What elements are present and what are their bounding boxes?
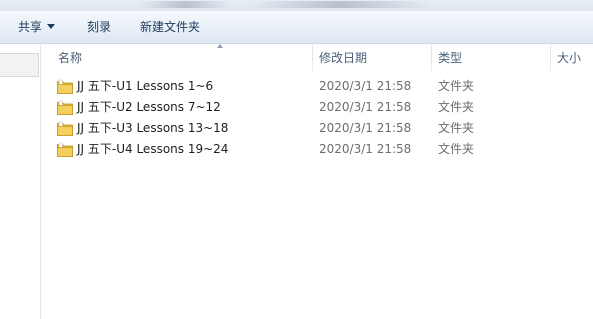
column-header-size[interactable]: 大小	[557, 44, 581, 71]
column-header-type[interactable]: 类型	[438, 44, 462, 71]
address-bar-strip	[0, 0, 593, 11]
burn-label: 刻录	[87, 20, 112, 34]
column-header-name[interactable]: 名称	[58, 44, 82, 71]
file-type: 文件夹	[438, 142, 475, 156]
folder-icon	[57, 79, 73, 94]
column-divider[interactable]	[431, 44, 432, 71]
folder-icon	[57, 121, 73, 136]
nav-selected-item[interactable]	[0, 53, 39, 77]
column-divider[interactable]	[312, 44, 313, 71]
sort-ascending-icon	[217, 44, 223, 48]
column-divider[interactable]	[550, 44, 551, 71]
file-type: 文件夹	[438, 79, 475, 93]
column-date-label: 修改日期	[319, 51, 368, 65]
file-date: 2020/3/1 21:58	[319, 121, 412, 135]
file-date: 2020/3/1 21:58	[319, 142, 412, 156]
file-row[interactable]: JJ 五下-U3 Lessons 13~18 2020/3/1 21:58 文件…	[41, 118, 593, 139]
share-menu-button[interactable]: 共享	[18, 11, 56, 43]
file-type: 文件夹	[438, 121, 475, 135]
file-row[interactable]: JJ 五下-U1 Lessons 1~6 2020/3/1 21:58 文件夹	[41, 76, 593, 97]
new-folder-label: 新建文件夹	[140, 20, 201, 34]
column-name-label: 名称	[58, 51, 83, 65]
file-row[interactable]: JJ 五下-U2 Lessons 7~12 2020/3/1 21:58 文件夹	[41, 97, 593, 118]
column-type-label: 类型	[438, 51, 463, 65]
folder-icon	[57, 100, 73, 115]
command-toolbar: 共享 刻录 新建文件夹	[0, 11, 593, 44]
new-folder-button[interactable]: 新建文件夹	[140, 11, 200, 43]
file-date: 2020/3/1 21:58	[319, 100, 412, 114]
file-date: 2020/3/1 21:58	[319, 79, 412, 93]
chevron-down-icon	[47, 24, 56, 29]
file-name: JJ 五下-U1 Lessons 1~6	[77, 79, 214, 93]
folder-icon	[57, 142, 73, 157]
file-type: 文件夹	[438, 100, 475, 114]
column-header-row: 名称 修改日期 类型 大小	[41, 44, 593, 71]
column-header-date-modified[interactable]: 修改日期	[319, 44, 367, 71]
share-label: 共享	[18, 20, 43, 34]
navigation-pane[interactable]	[0, 44, 41, 319]
file-row[interactable]: JJ 五下-U4 Lessons 19~24 2020/3/1 21:58 文件…	[41, 139, 593, 160]
file-name: JJ 五下-U4 Lessons 19~24	[77, 142, 229, 156]
file-name: JJ 五下-U3 Lessons 13~18	[77, 121, 229, 135]
column-size-label: 大小	[557, 51, 582, 65]
burn-button[interactable]: 刻录	[87, 11, 111, 43]
file-name: JJ 五下-U2 Lessons 7~12	[77, 100, 221, 114]
